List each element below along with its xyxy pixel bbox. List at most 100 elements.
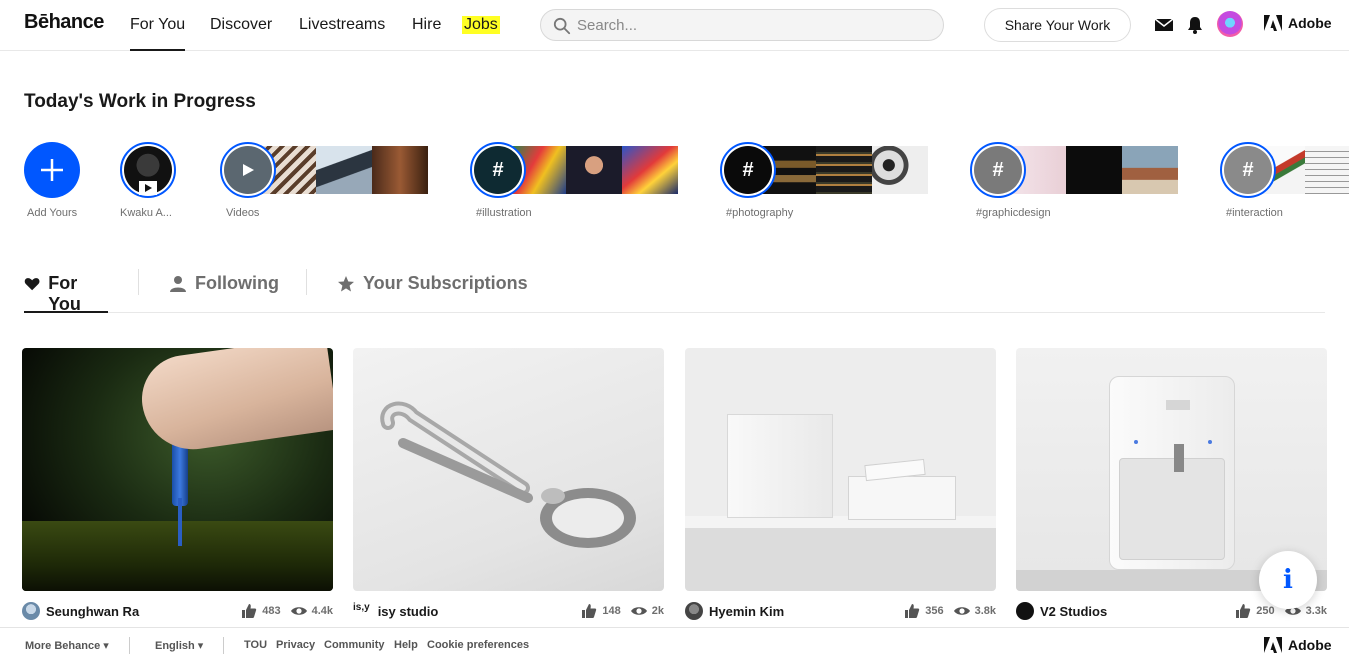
project-meta: is,y isy studio 148 2k: [353, 602, 664, 620]
footer-help[interactable]: Help: [394, 639, 418, 651]
footer-community[interactable]: Community: [324, 639, 385, 651]
hashtag-icon: #: [474, 146, 522, 194]
nav-hire[interactable]: Hire: [412, 16, 441, 34]
wip-label: Kwaku A...: [120, 207, 172, 219]
behance-logo[interactable]: Bēhance: [24, 11, 104, 34]
project-meta: Seunghwan Ra 483 4.4k: [22, 602, 333, 620]
bell-icon[interactable]: [1185, 15, 1205, 35]
project-card[interactable]: is,y isy studio 148 2k: [353, 348, 664, 619]
footer: More Behance ▾ English ▾ TOU Privacy Com…: [0, 627, 1349, 662]
tab-label: For You: [48, 273, 81, 314]
views-stat: 4.4k: [290, 603, 333, 619]
footer-divider: [129, 637, 130, 654]
search-bar[interactable]: [540, 9, 944, 41]
nav-jobs[interactable]: Jobs: [462, 16, 500, 34]
wip-title: Today's Work in Progress: [24, 91, 256, 112]
likes-stat: 148: [581, 603, 621, 619]
feed-tabs: For You Following Your Subscriptions: [24, 263, 1325, 314]
owner-name[interactable]: Hyemin Kim: [709, 604, 894, 619]
info-button[interactable]: i: [1259, 551, 1317, 609]
tab-label: Following: [195, 273, 279, 293]
footer-privacy[interactable]: Privacy: [276, 639, 315, 651]
user-avatar[interactable]: [1217, 11, 1243, 37]
wip-avatar: [220, 142, 276, 198]
owner-name[interactable]: Seunghwan Ra: [46, 604, 231, 619]
likes-stat: 250: [1235, 603, 1275, 619]
wip-avatar: [120, 142, 176, 198]
likes-count: 483: [262, 605, 281, 617]
hashtag-icon: #: [724, 146, 772, 194]
project-card[interactable]: Hyemin Kim 356 3.8k: [685, 348, 996, 620]
nav-for-you[interactable]: For You: [130, 16, 186, 51]
footer-tou[interactable]: TOU: [244, 639, 267, 651]
tab-for-you[interactable]: For You: [24, 263, 108, 314]
wip-label: #illustration: [476, 207, 532, 219]
wip-preview-strip: [1010, 146, 1180, 194]
footer-adobe-link[interactable]: Adobe: [1264, 637, 1332, 653]
project-card[interactable]: Seunghwan Ra 483 4.4k: [22, 348, 333, 620]
footer-more-behance[interactable]: More Behance ▾: [25, 639, 109, 652]
footer-language[interactable]: English ▾: [155, 639, 203, 652]
search-input[interactable]: [577, 15, 927, 35]
likes-count: 148: [602, 605, 621, 617]
tab-following[interactable]: Following: [169, 263, 279, 313]
eye-icon: [953, 607, 970, 615]
hashtag-icon: #: [974, 146, 1022, 194]
views-count: 2k: [651, 605, 664, 617]
adobe-logo-icon: [1264, 15, 1282, 31]
adobe-logo-icon: [1264, 637, 1282, 653]
likes-stat: 356: [904, 603, 944, 619]
top-nav: Bēhance For You Discover Livestreams Hir…: [0, 0, 1349, 51]
likes-count: 356: [925, 605, 944, 617]
tab-your-subscriptions[interactable]: Your Subscriptions: [337, 263, 528, 313]
nav-discover[interactable]: Discover: [210, 16, 272, 34]
project-thumbnail[interactable]: [685, 348, 996, 591]
wip-preview-strip: [260, 146, 430, 194]
likes-count: 250: [1256, 605, 1275, 617]
heart-icon: [24, 278, 40, 291]
thumbs-up-icon: [242, 604, 257, 618]
wip-label: #graphicdesign: [976, 207, 1051, 219]
hashtag-icon: #: [1224, 146, 1272, 194]
owner-avatar[interactable]: [685, 602, 703, 620]
owner-avatar[interactable]: [22, 602, 40, 620]
likes-stat: 483: [241, 603, 281, 619]
eye-icon: [630, 607, 647, 615]
tab-divider: [138, 269, 139, 295]
wip-label: #interaction: [1226, 207, 1283, 219]
project-thumbnail[interactable]: [22, 348, 333, 591]
views-count: 4.4k: [311, 605, 333, 617]
project-thumbnail[interactable]: [353, 348, 664, 591]
owner-avatar[interactable]: [1016, 602, 1034, 620]
mail-icon[interactable]: [1154, 15, 1174, 35]
views-count: 3.3k: [1305, 605, 1327, 617]
nav-livestreams[interactable]: Livestreams: [299, 16, 385, 34]
project-meta: Hyemin Kim 356 3.8k: [685, 602, 996, 620]
play-icon: [139, 181, 157, 195]
star-icon: [338, 276, 354, 292]
wip-avatar: #: [1220, 142, 1276, 198]
thumbs-up-icon: [905, 604, 920, 618]
wip-preview-strip: [760, 146, 930, 194]
footer-divider: [223, 637, 224, 654]
tab-divider: [306, 269, 307, 295]
owner-avatar[interactable]: is,y: [353, 602, 370, 620]
wip-avatar: #: [720, 142, 776, 198]
views-stat: 2k: [630, 603, 664, 619]
footer-cookie-preferences[interactable]: Cookie preferences: [427, 639, 529, 651]
share-your-work-button[interactable]: Share Your Work: [984, 8, 1131, 42]
owner-name[interactable]: isy studio: [378, 604, 572, 619]
wip-label: Videos: [226, 207, 260, 219]
add-yours-label: Add Yours: [27, 207, 78, 219]
tab-label: Your Subscriptions: [363, 273, 528, 293]
wip-label: #photography: [726, 207, 794, 219]
adobe-link[interactable]: Adobe: [1264, 15, 1332, 31]
thumbs-up-icon: [1236, 604, 1251, 618]
add-yours-button[interactable]: [24, 142, 80, 198]
eye-icon: [290, 607, 307, 615]
views-count: 3.8k: [974, 605, 996, 617]
person-icon: [170, 276, 186, 292]
owner-name[interactable]: V2 Studios: [1040, 604, 1225, 619]
adobe-label: Adobe: [1288, 15, 1332, 31]
info-icon: i: [1283, 565, 1293, 595]
